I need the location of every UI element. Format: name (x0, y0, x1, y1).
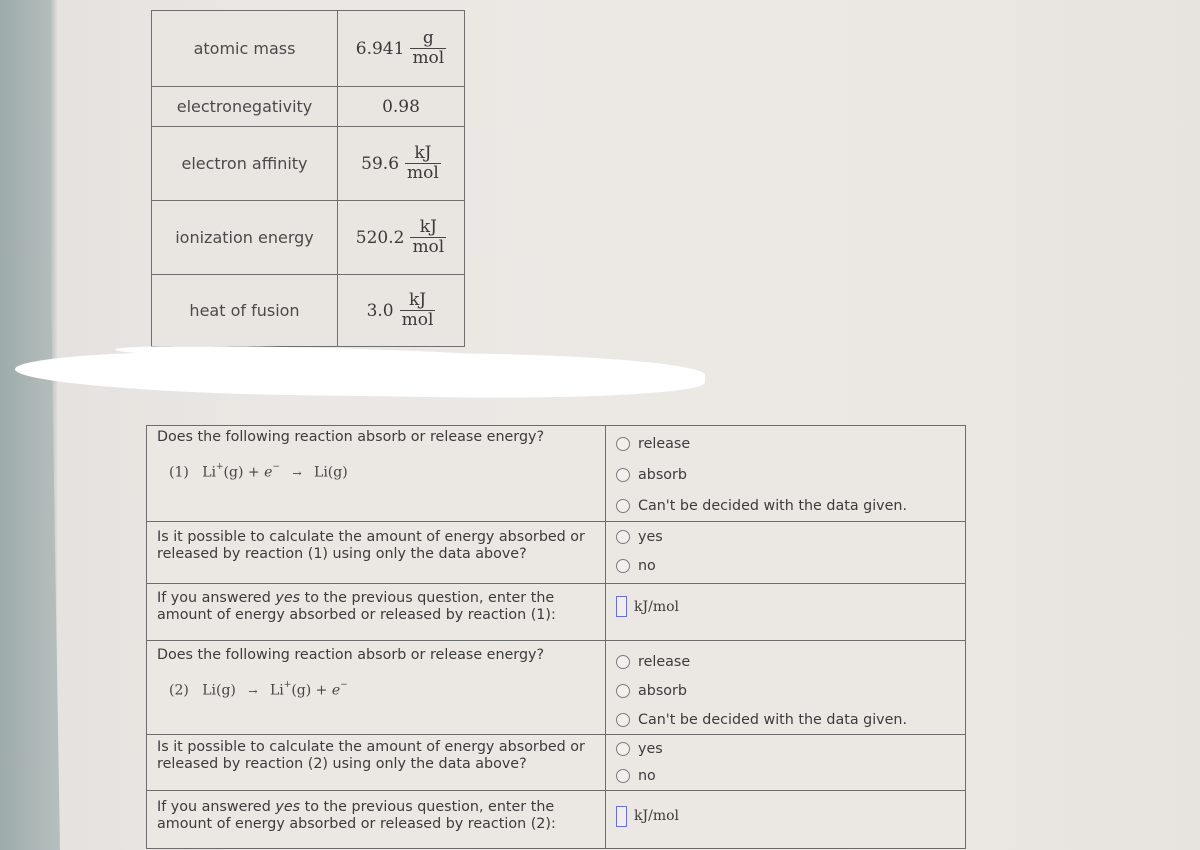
radio-button[interactable] (616, 467, 630, 482)
questions-table: Does the following reaction absorb or re… (146, 425, 966, 849)
unit-fraction: g mol (410, 28, 447, 68)
property-label: heat of fusion (151, 274, 338, 347)
radio-option-cant-decide[interactable]: Can't be decided with the data given. (606, 490, 965, 521)
radio-button[interactable] (616, 768, 630, 783)
property-row: atomic mass 6.941 g mol (151, 10, 465, 87)
arrow-icon: → (292, 466, 302, 480)
unit-fraction: kJ mol (410, 217, 447, 257)
reaction-1-equation: (1) Li+(g) + e− → Li(g) (169, 462, 348, 481)
arrow-icon: → (248, 684, 258, 698)
radio-button[interactable] (616, 436, 630, 451)
energy-answer-input-2[interactable] (616, 805, 627, 827)
properties-table: atomic mass 6.941 g mol electronegativit… (151, 10, 465, 347)
reaction-2-equation: (2) Li(g) → Li+(g) + e− (169, 680, 348, 699)
radio-button[interactable] (616, 741, 630, 756)
property-row: electronegativity 0.98 (151, 86, 465, 127)
property-value: 59.6 (361, 153, 400, 174)
reaction-1-calc-row: Is it possible to calculate the amount o… (146, 521, 966, 584)
radio-button[interactable] (616, 558, 630, 573)
property-row: heat of fusion 3.0 kJ mol (151, 274, 465, 347)
radio-option-yes[interactable]: yes (606, 735, 965, 762)
radio-option-no[interactable]: no (606, 762, 965, 789)
radio-option-cant-decide[interactable]: Can't be decided with the data given. (606, 705, 965, 734)
radio-option-release[interactable]: release (606, 647, 965, 676)
direction-question: Does the following reaction absorb or re… (157, 647, 545, 663)
radio-option-no[interactable]: no (606, 551, 965, 580)
property-value: 6.941 (355, 38, 405, 59)
radio-button[interactable] (616, 529, 630, 544)
unit-fraction: kJ mol (405, 143, 441, 183)
enter-instruction: If you answered yes to the previous ques… (157, 590, 556, 623)
unit-label: kJ/mol (634, 808, 679, 824)
direction-question: Does the following reaction absorb or re… (157, 429, 545, 445)
reaction-1-direction-row: Does the following reaction absorb or re… (146, 425, 966, 522)
property-value: 0.98 (337, 86, 465, 127)
reaction-2-direction-row: Does the following reaction absorb or re… (146, 640, 966, 735)
radio-button[interactable] (616, 498, 630, 513)
property-value: 3.0 (366, 300, 394, 321)
radio-option-release[interactable]: release (606, 428, 965, 459)
property-label: electron affinity (151, 126, 338, 201)
radio-option-absorb[interactable]: absorb (606, 459, 965, 490)
radio-button[interactable] (616, 683, 630, 698)
radio-button[interactable] (616, 712, 630, 727)
reaction-2-calc-row: Is it possible to calculate the amount o… (146, 734, 966, 791)
unit-label: kJ/mol (634, 598, 679, 615)
radio-option-absorb[interactable]: absorb (606, 676, 965, 705)
energy-answer-input-1[interactable] (616, 596, 627, 617)
property-label: ionization energy (151, 200, 338, 275)
reaction-2-answer-row: If you answered yes to the previous ques… (146, 790, 966, 849)
radio-button[interactable] (616, 654, 630, 669)
calc-question: Is it possible to calculate the amount o… (157, 739, 585, 772)
property-label: electronegativity (151, 86, 338, 127)
reaction-1-answer-row: If you answered yes to the previous ques… (146, 583, 966, 641)
unit-fraction: kJ mol (399, 290, 436, 330)
enter-instruction: If you answered yes to the previous ques… (157, 799, 556, 832)
radio-option-yes[interactable]: yes (606, 522, 965, 551)
property-row: ionization energy 520.2 kJ mol (151, 200, 465, 275)
background-surface (0, 0, 60, 850)
property-label: atomic mass (151, 10, 338, 87)
property-value: 520.2 (355, 227, 405, 248)
property-row: electron affinity 59.6 kJ mol (151, 126, 465, 201)
calc-question: Is it possible to calculate the amount o… (157, 529, 585, 562)
